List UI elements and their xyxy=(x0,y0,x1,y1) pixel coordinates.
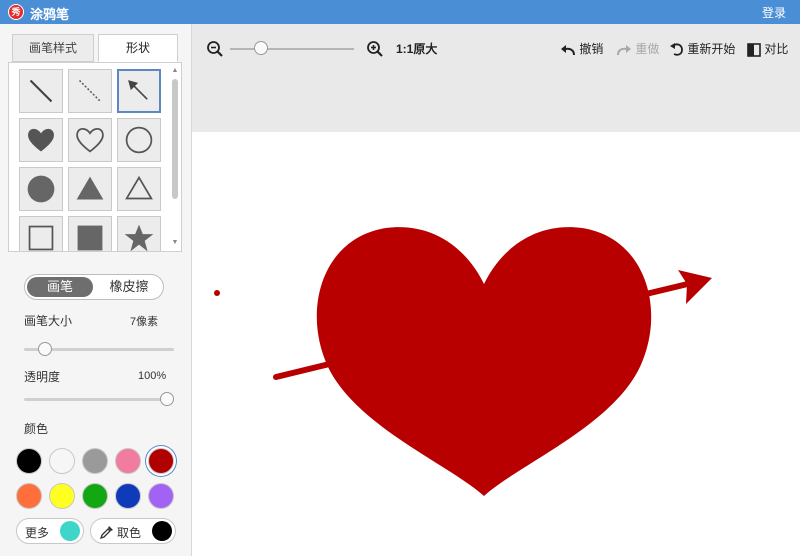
shape-heart-filled-button[interactable] xyxy=(19,118,63,162)
shape-star-button[interactable] xyxy=(117,216,161,251)
opacity-label: 透明度 xyxy=(24,370,61,384)
shape-panel: ▲ ▼ xyxy=(8,62,182,252)
shape-triangle-filled-button[interactable] xyxy=(68,167,112,211)
color-swatch[interactable] xyxy=(82,483,108,509)
eyedropper-button[interactable]: 取色 xyxy=(90,518,176,544)
shape-square-filled-button[interactable] xyxy=(68,216,112,251)
brush-size-label: 画笔大小 xyxy=(24,314,73,328)
redo-icon xyxy=(617,44,631,55)
scroll-down-icon[interactable]: ▼ xyxy=(171,239,179,247)
color-swatch[interactable] xyxy=(148,448,174,474)
circle-outline-icon xyxy=(125,126,153,154)
shape-line-button[interactable] xyxy=(19,69,63,113)
shape-heart-outline-button[interactable] xyxy=(68,118,112,162)
shape-circle-outline-button[interactable] xyxy=(117,118,161,162)
color-swatch[interactable] xyxy=(16,448,42,474)
sidebar: 画笔样式 形状 ▲ ▼ 画笔 橡皮擦 画笔大小 7像素 透明度 100% 颜色 … xyxy=(0,24,192,556)
shape-dashed-line-button[interactable] xyxy=(68,69,112,113)
zoom-slider-knob[interactable] xyxy=(254,41,269,55)
shape-triangle-outline-button[interactable] xyxy=(117,167,161,211)
brush-size-value: 7像素 xyxy=(130,316,159,328)
sidebar-tabs: 画笔样式 形状 xyxy=(0,34,192,62)
color-swatch[interactable] xyxy=(115,448,141,474)
arrow-icon xyxy=(128,80,148,100)
restart-icon xyxy=(670,42,683,56)
triangle-outline-icon xyxy=(125,175,153,200)
compare-label: 对比 xyxy=(764,42,789,56)
star-filled-icon xyxy=(124,224,154,251)
zoom-out-icon[interactable] xyxy=(206,40,224,58)
drawing-canvas[interactable] xyxy=(196,132,800,556)
login-link[interactable]: 登录 xyxy=(762,4,786,21)
color-swatch[interactable] xyxy=(115,483,141,509)
color-swatch[interactable] xyxy=(49,483,75,509)
tab-shapes[interactable]: 形状 xyxy=(98,34,178,62)
zoom-in-icon[interactable] xyxy=(366,40,384,58)
paint-dot xyxy=(214,290,220,296)
heart-shape xyxy=(316,227,652,496)
color-swatch[interactable] xyxy=(16,483,42,509)
compare-icon xyxy=(747,43,761,57)
heart-filled-icon xyxy=(28,128,54,152)
undo-label: 撤销 xyxy=(579,42,604,56)
compare-button[interactable]: 对比 xyxy=(747,40,788,57)
more-colors-label: 更多 xyxy=(25,526,50,540)
title-bar: 秀 涂鸦笔 登录 xyxy=(0,0,800,24)
canvas-drawing xyxy=(214,227,712,496)
undo-icon xyxy=(561,44,575,55)
square-filled-icon xyxy=(77,225,103,251)
scroll-up-icon[interactable]: ▲ xyxy=(171,67,179,75)
shape-square-outline-button[interactable] xyxy=(19,216,63,251)
triangle-filled-icon xyxy=(76,176,104,200)
heart-outline-icon xyxy=(76,128,104,153)
shape-circle-filled-button[interactable] xyxy=(19,167,63,211)
redo-button[interactable]: 重做 xyxy=(616,40,659,57)
picked-color-dot xyxy=(152,521,172,541)
brush-mode-button[interactable]: 画笔 xyxy=(27,277,93,297)
restart-button[interactable]: 重新开始 xyxy=(670,40,735,57)
zoom-slider[interactable] xyxy=(230,48,354,50)
restart-label: 重新开始 xyxy=(687,42,736,56)
shape-arrow-button[interactable] xyxy=(117,69,161,113)
eyedropper-label: 取色 xyxy=(117,526,142,540)
app-title: 涂鸦笔 xyxy=(30,7,70,22)
square-outline-icon xyxy=(28,225,54,251)
color-label: 颜色 xyxy=(24,422,49,436)
opacity-slider[interactable] xyxy=(24,398,174,401)
custom-color-dot xyxy=(60,521,80,541)
eraser-mode-button[interactable]: 橡皮擦 xyxy=(97,277,161,297)
toolbar: 1:1原大 撤销 重做 重新开始 对比 xyxy=(192,24,800,132)
color-swatch[interactable] xyxy=(148,483,174,509)
actual-size-button[interactable]: 1:1原大 xyxy=(396,40,437,57)
line-dashed-icon xyxy=(78,79,102,103)
brush-size-slider-knob[interactable] xyxy=(37,342,52,356)
tab-brush-style[interactable]: 画笔样式 xyxy=(12,34,94,62)
scroll-thumb[interactable] xyxy=(172,79,178,199)
color-swatch[interactable] xyxy=(49,448,75,474)
undo-button[interactable]: 撤销 xyxy=(560,40,603,57)
line-solid-icon xyxy=(29,79,53,103)
opacity-value: 100% xyxy=(138,370,167,382)
eyedropper-icon xyxy=(99,526,113,540)
color-swatch[interactable] xyxy=(82,448,108,474)
more-colors-button[interactable]: 更多 xyxy=(16,518,84,544)
opacity-slider-knob[interactable] xyxy=(160,392,174,406)
app-logo: 秀 xyxy=(8,4,24,20)
mode-toggle: 画笔 橡皮擦 xyxy=(24,274,164,300)
circle-filled-icon xyxy=(27,175,55,203)
redo-label: 重做 xyxy=(635,42,660,56)
shape-panel-scrollbar[interactable]: ▲ ▼ xyxy=(171,67,179,247)
